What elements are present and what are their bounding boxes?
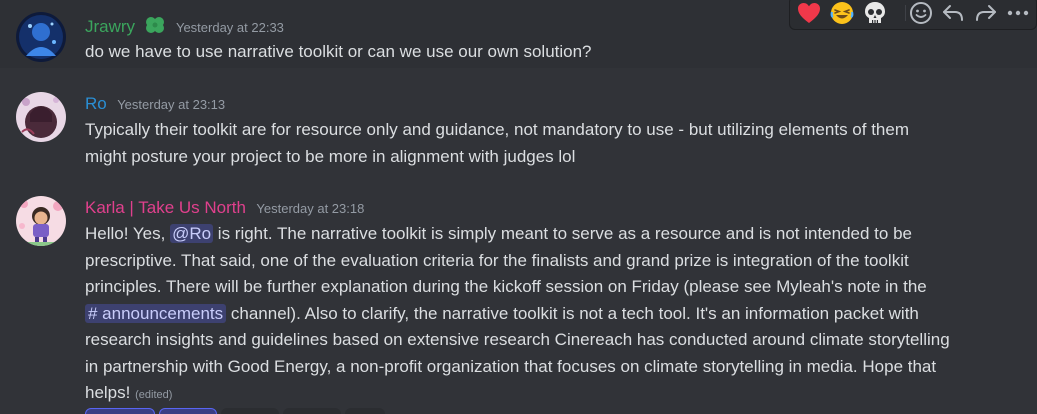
text-fragment: is right. The narrative toolkit is simpl… <box>213 224 912 243</box>
message-text-line: in partnership with Good Energy, a non-p… <box>85 356 937 376</box>
timestamp[interactable]: Yesterday at 22:33 <box>176 20 284 35</box>
message-text-line: Hello! Yes, @Ro is right. The narrative … <box>85 221 1019 248</box>
username-jrawry[interactable]: Jrawry <box>85 17 135 36</box>
reaction-chip[interactable] <box>221 408 279 414</box>
message-text-line: helps! (edited) <box>85 380 1019 409</box>
message-text-line: # announcements channel). Also to clarif… <box>85 301 1019 328</box>
skull-reaction-button[interactable] <box>861 0 889 26</box>
message-text-line: principles. There will be further explan… <box>85 277 927 296</box>
message-text: do we have to use narrative toolkit or c… <box>85 42 592 61</box>
chat-message-list: Jrawry Yesterday at 22:33 do we have to … <box>0 0 1037 414</box>
add-reaction-button[interactable] <box>907 0 935 26</box>
username-ro[interactable]: Ro <box>85 94 107 113</box>
clover-role-icon <box>144 15 166 40</box>
username-karla[interactable]: Karla | Take Us North <box>85 198 246 217</box>
edited-label: (edited) <box>135 389 173 401</box>
message-text-line: might posture your project to be more in… <box>85 146 576 166</box>
text-fragment: channel). Also to clarify, the narrative… <box>226 303 919 323</box>
heart-reaction-button[interactable] <box>795 0 823 26</box>
message-ro[interactable]: Ro Yesterday at 23:13 Typically their to… <box>0 80 1037 180</box>
message-content: do we have to use narrative toolkit or c… <box>85 39 1019 66</box>
reaction-chip[interactable] <box>283 408 341 414</box>
forward-icon <box>976 5 996 21</box>
message-text-line: research insights and guidelines based o… <box>85 330 950 349</box>
text-fragment: Hello! Yes, <box>85 224 171 243</box>
message-jrawry[interactable]: Jrawry Yesterday at 22:33 do we have to … <box>0 0 1037 68</box>
message-content: Typically their toolkit are for resource… <box>85 117 1019 170</box>
avatar-ro[interactable] <box>16 92 66 142</box>
message-toolbar <box>789 0 1037 30</box>
message-content: Hello! Yes, @Ro is right. The narrative … <box>85 221 1019 409</box>
laughing-emoji-icon <box>830 2 854 24</box>
reply-button[interactable] <box>939 0 967 26</box>
timestamp[interactable]: Yesterday at 23:18 <box>256 201 364 216</box>
message-text-line: Typically their toolkit are for resource… <box>85 120 909 139</box>
skull-icon <box>865 2 885 23</box>
timestamp[interactable]: Yesterday at 23:13 <box>117 97 225 112</box>
laughing-reaction-button[interactable] <box>828 0 856 26</box>
more-icon <box>1007 10 1029 16</box>
message-karla[interactable]: Karla | Take Us North Yesterday at 23:18… <box>0 184 1037 414</box>
heart-icon <box>798 3 820 23</box>
reaction-chip[interactable] <box>85 408 155 414</box>
reply-icon <box>943 5 963 21</box>
reaction-chip[interactable] <box>159 408 217 414</box>
avatar-karla[interactable] <box>16 196 66 246</box>
toolbar-divider <box>905 5 906 21</box>
more-options-button[interactable] <box>1004 0 1032 26</box>
text-fragment: helps! <box>85 383 131 402</box>
avatar-jrawry[interactable] <box>16 12 66 62</box>
message-text-line: prescriptive. That said, one of the eval… <box>85 250 909 270</box>
forward-button[interactable] <box>972 0 1000 26</box>
user-mention-ro[interactable]: @Ro <box>170 224 214 243</box>
add-reaction-icon <box>910 2 932 24</box>
channel-mention-announcements[interactable]: # announcements <box>85 303 227 323</box>
reaction-chip[interactable] <box>345 408 385 414</box>
